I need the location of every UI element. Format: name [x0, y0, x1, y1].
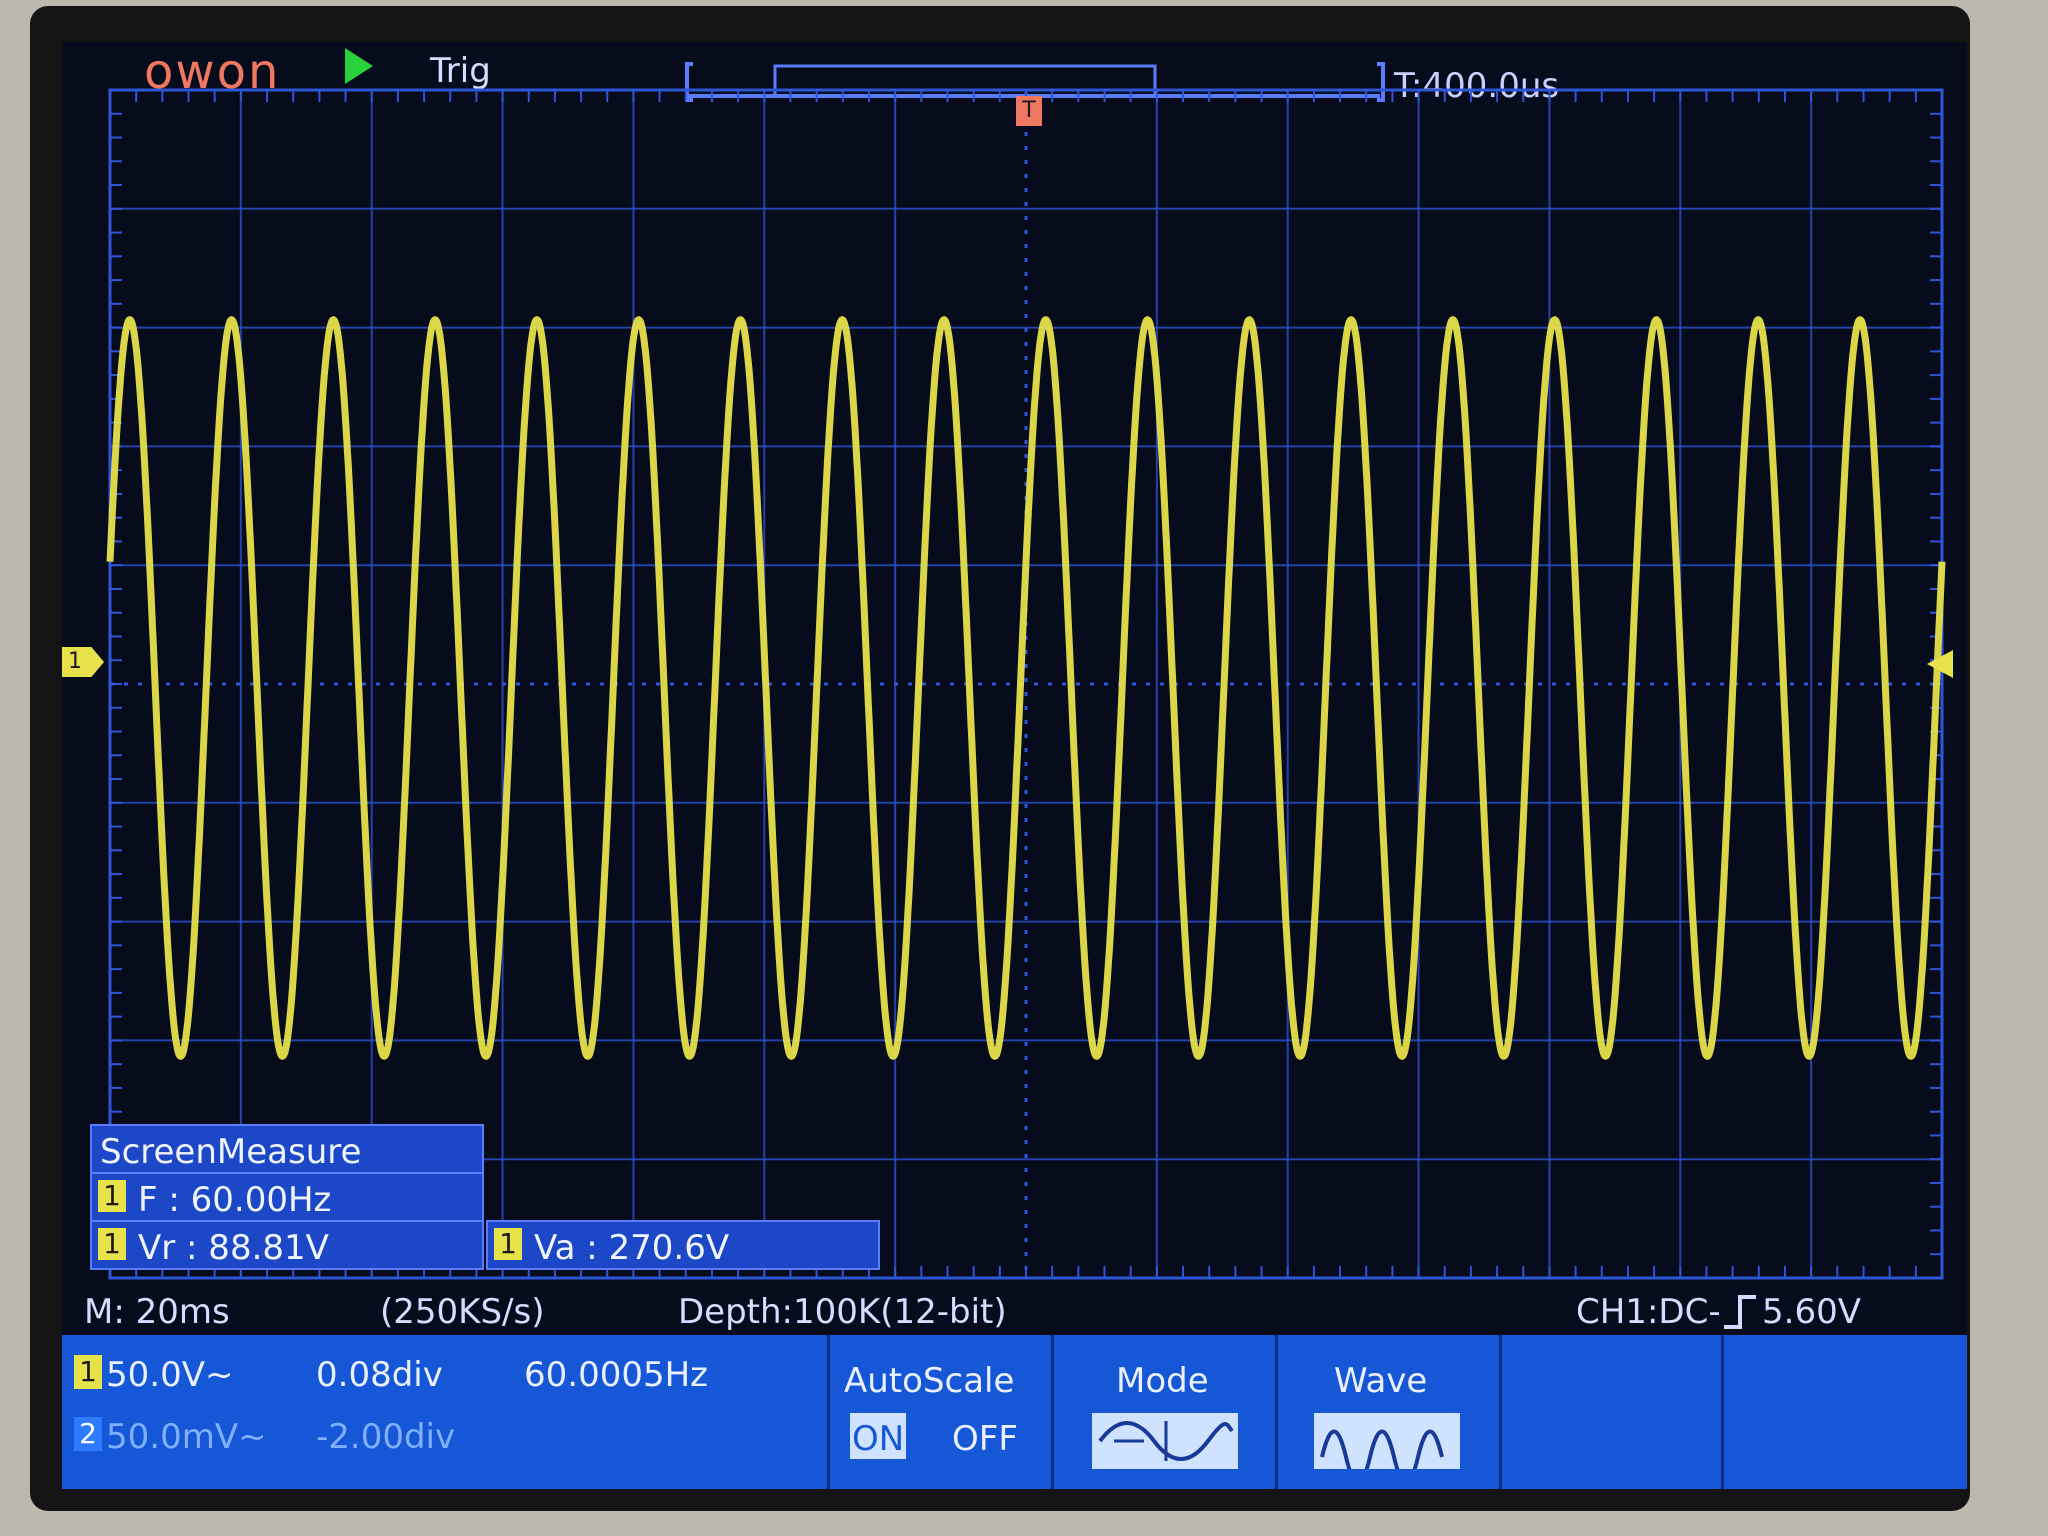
wave-sine-icon: [1314, 1413, 1460, 1469]
bottom-menu: 1 50.0V~ 0.08div 60.0005Hz 2 50.0mV~ -2.…: [62, 1335, 1967, 1489]
ch1-scale: 50.0V~: [106, 1355, 234, 1395]
wave-label: Wave: [1334, 1361, 1428, 1401]
measure-frequency[interactable]: 1 F : 60.00Hz: [90, 1172, 484, 1222]
measure-vrms-value: Vr : 88.81V: [138, 1228, 329, 1268]
screen-measure-header[interactable]: ScreenMeasure: [90, 1124, 484, 1174]
autoscale-softkey[interactable]: AutoScale ON OFF: [827, 1335, 1054, 1489]
rising-edge-icon: [1724, 1295, 1756, 1329]
trigger-level-marker[interactable]: [1927, 650, 1953, 678]
measure-vrms[interactable]: 1 Vr : 88.81V: [90, 1220, 484, 1270]
ch2-badge: 2: [74, 1417, 102, 1451]
ch1-frequency: 60.0005Hz: [524, 1355, 709, 1395]
ch1-badge: 1: [74, 1355, 102, 1389]
softkey-empty-1[interactable]: [1499, 1335, 1724, 1489]
ch1-ground-marker-label: 1: [68, 649, 82, 674]
mode-label: Mode: [1116, 1361, 1209, 1401]
channel-info-panel: 1 50.0V~ 0.08div 60.0005Hz 2 50.0mV~ -2.…: [62, 1335, 827, 1489]
sample-rate-readout: (250KS/s): [380, 1292, 545, 1332]
softkey-empty-2[interactable]: [1721, 1335, 1946, 1489]
ch1-offset: 0.08div: [316, 1355, 443, 1395]
autoscale-off-option[interactable]: OFF: [952, 1419, 1018, 1459]
measure-frequency-value: F : 60.00Hz: [138, 1180, 332, 1220]
ch2-scale: 50.0mV~: [106, 1417, 267, 1457]
trigger-source-readout: CH1:DC-: [1576, 1292, 1721, 1332]
measure-ch-badge: 1: [98, 1228, 126, 1260]
measure-ch-badge: 1: [494, 1228, 522, 1260]
trigger-position-marker[interactable]: T: [1016, 96, 1042, 126]
timebase-readout: M: 20ms: [84, 1292, 230, 1332]
memory-depth-readout: Depth:100K(12-bit): [678, 1292, 1007, 1332]
oscilloscope-screen: owon Trig T:400.0us T 1 ScreenMeasure 1 …: [62, 42, 1967, 1489]
mode-waveform-icon: [1092, 1413, 1238, 1469]
trigger-level-readout: 5.60V: [1762, 1292, 1861, 1332]
wave-softkey[interactable]: Wave: [1275, 1335, 1502, 1489]
measure-vamp-value: Va : 270.6V: [534, 1228, 730, 1268]
autoscale-on-option[interactable]: ON: [852, 1419, 904, 1459]
mode-softkey[interactable]: Mode: [1051, 1335, 1278, 1489]
measure-vamp[interactable]: 1 Va : 270.6V: [486, 1220, 880, 1270]
screen-measure-title: ScreenMeasure: [100, 1132, 362, 1172]
measure-ch-badge: 1: [98, 1180, 126, 1212]
autoscale-label: AutoScale: [844, 1361, 1015, 1401]
ch2-offset: -2.00div: [316, 1417, 456, 1457]
